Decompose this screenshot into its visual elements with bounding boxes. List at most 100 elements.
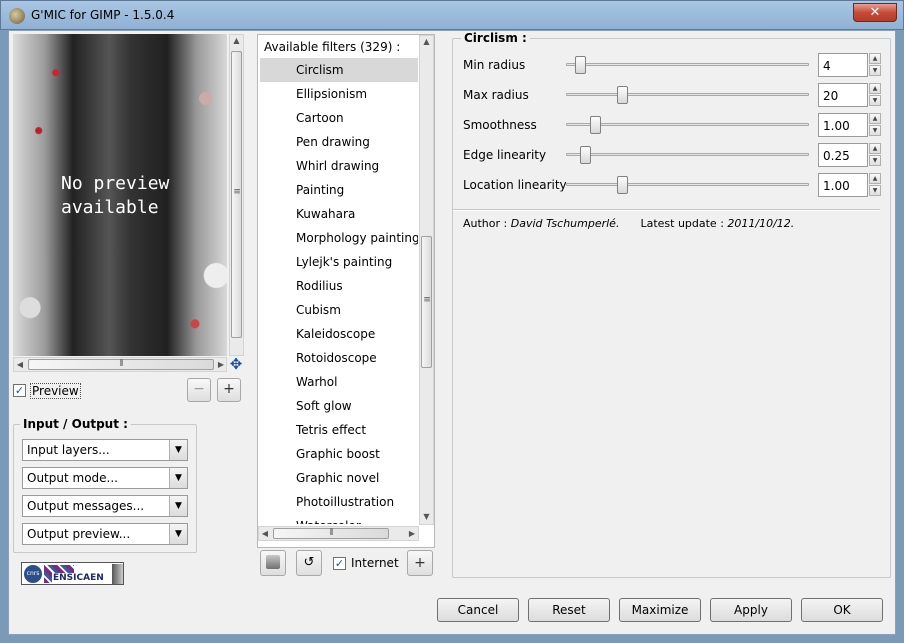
maximize-button[interactable]: Maximize: [619, 598, 701, 622]
spin-down-icon[interactable]: ▼: [869, 185, 881, 196]
update-filters-button[interactable]: [260, 550, 286, 576]
scroll-down-icon[interactable]: ▼: [420, 512, 433, 521]
filter-item[interactable]: Whirl drawing: [260, 154, 418, 178]
param-value-field[interactable]: 1.00: [818, 173, 868, 197]
param-value-field[interactable]: 1.00: [818, 113, 868, 137]
zoom-out-button[interactable]: −: [187, 378, 211, 402]
no-preview-message: No preview available: [61, 173, 170, 218]
filter-item[interactable]: Photoillustration: [260, 490, 418, 514]
param-slider-track[interactable]: [566, 183, 809, 186]
spin-down-icon[interactable]: ▼: [869, 95, 881, 106]
internet-checkbox-label[interactable]: Internet: [351, 556, 399, 570]
filter-list[interactable]: Circlism Ellipsionism Cartoon Pen drawing Wh…: [260, 58, 418, 524]
filters-header[interactable]: Available filters (329) :: [258, 35, 418, 57]
spin-up-icon[interactable]: ▲: [869, 53, 881, 64]
ok-button[interactable]: OK: [801, 598, 883, 622]
internet-checkbox[interactable]: ✓: [333, 557, 346, 570]
filter-item[interactable]: Morphology painting: [260, 226, 418, 250]
filters-hscroll-thumb[interactable]: ⦀: [273, 528, 389, 539]
chevron-down-icon[interactable]: ▼: [169, 496, 187, 516]
preview-canvas[interactable]: No preview available: [13, 34, 227, 356]
window-close-button[interactable]: ✕: [853, 3, 897, 22]
spin-up-icon[interactable]: ▲: [869, 143, 881, 154]
preview-checkbox[interactable]: ✓: [13, 384, 26, 397]
scroll-left-icon[interactable]: ◀: [15, 360, 25, 369]
param-slider-track[interactable]: [566, 153, 809, 156]
gimp-app-icon: [9, 8, 25, 24]
preview-hscroll-thumb[interactable]: ⦀: [28, 359, 214, 370]
cancel-button[interactable]: Cancel: [437, 598, 519, 622]
filters-horizontal-scrollbar[interactable]: ◀ ⦀ ▶: [258, 526, 419, 541]
param-value-field[interactable]: 0.25: [818, 143, 868, 167]
reset-button[interactable]: Reset: [528, 598, 610, 622]
param-slider-track[interactable]: [566, 123, 809, 126]
filter-item[interactable]: Ellipsionism: [260, 82, 418, 106]
filter-item[interactable]: Rotoidoscope: [260, 346, 418, 370]
input-layers-combo[interactable]: Input layers... ▼: [22, 439, 188, 461]
filter-item[interactable]: Tetris effect: [260, 418, 418, 442]
scroll-up-icon[interactable]: ▲: [420, 37, 433, 46]
filters-vertical-scrollbar[interactable]: ▲ ≡ ▼: [419, 35, 434, 525]
filter-item[interactable]: Kuwahara: [260, 202, 418, 226]
scroll-right-icon[interactable]: ▶: [407, 529, 417, 538]
scroll-up-icon[interactable]: ▲: [230, 36, 243, 45]
combo-label: Output preview...: [27, 527, 131, 541]
param-slider-handle[interactable]: [580, 146, 591, 164]
chevron-down-icon[interactable]: ▼: [169, 440, 187, 460]
preview-vertical-scrollbar[interactable]: ▲ ≡: [229, 34, 244, 356]
spin-down-icon[interactable]: ▼: [869, 125, 881, 136]
param-value-field[interactable]: 20: [818, 83, 868, 107]
reset-label: Reset: [552, 603, 586, 617]
filters-vscroll-thumb[interactable]: ≡: [421, 236, 432, 368]
combo-label: Output mode...: [27, 471, 118, 485]
filter-item[interactable]: Lylejk's painting: [260, 250, 418, 274]
filter-parameters-title: Circlism :: [461, 31, 530, 45]
author-label: Author :: [463, 217, 508, 230]
window-title: G'MIC for GIMP - 1.5.0.4: [31, 8, 175, 22]
filter-item[interactable]: Graphic novel: [260, 466, 418, 490]
filter-item[interactable]: Painting: [260, 178, 418, 202]
zoom-in-button[interactable]: +: [217, 378, 241, 402]
spin-down-icon[interactable]: ▼: [869, 65, 881, 76]
filter-item[interactable]: Pen drawing: [260, 130, 418, 154]
filter-parameters-group: Circlism : Min radius 4 ▲ ▼ Max radius 20 ▲ ▼ Sm…: [452, 31, 891, 578]
spin-up-icon[interactable]: ▲: [869, 113, 881, 124]
filter-item[interactable]: Kaleidoscope: [260, 322, 418, 346]
chevron-down-icon[interactable]: ▼: [169, 524, 187, 544]
preview-checkbox-label[interactable]: Preview: [30, 383, 81, 399]
scroll-left-icon[interactable]: ◀: [260, 529, 270, 538]
maximize-label: Maximize: [631, 603, 689, 617]
preview-horizontal-scrollbar[interactable]: ◀ ⦀ ▶: [13, 357, 227, 372]
chevron-down-icon[interactable]: ▼: [169, 468, 187, 488]
param-slider-track[interactable]: [566, 93, 809, 96]
filter-item[interactable]: Circlism: [260, 58, 418, 82]
filter-item[interactable]: Cartoon: [260, 106, 418, 130]
spin-up-icon[interactable]: ▲: [869, 173, 881, 184]
filter-item[interactable]: Warhol: [260, 370, 418, 394]
param-slider-handle[interactable]: [575, 56, 586, 74]
filter-item[interactable]: Soft glow: [260, 394, 418, 418]
move-arrows-icon[interactable]: ✥: [228, 356, 244, 372]
param-slider-handle[interactable]: [617, 86, 628, 104]
sponsor-logo: cnrs ENSICAEN: [21, 562, 124, 585]
param-value-field[interactable]: 4: [818, 53, 868, 77]
spin-down-icon[interactable]: ▼: [869, 155, 881, 166]
param-slider-handle[interactable]: [590, 116, 601, 134]
apply-button[interactable]: Apply: [710, 598, 792, 622]
param-label: Edge linearity: [463, 148, 547, 162]
param-slider-track[interactable]: [566, 63, 809, 66]
preview-vscroll-thumb[interactable]: ≡: [231, 51, 242, 338]
grip-icon: ≡: [423, 295, 431, 305]
spin-up-icon[interactable]: ▲: [869, 83, 881, 94]
add-favorite-button[interactable]: +: [407, 550, 433, 576]
refresh-button[interactable]: ↺: [296, 550, 322, 576]
filter-item[interactable]: Watercolor: [260, 514, 418, 524]
param-slider-handle[interactable]: [617, 176, 628, 194]
filter-item[interactable]: Cubism: [260, 298, 418, 322]
filter-item[interactable]: Rodilius: [260, 274, 418, 298]
filter-item[interactable]: Graphic boost: [260, 442, 418, 466]
output-messages-combo[interactable]: Output messages... ▼: [22, 495, 188, 517]
output-mode-combo[interactable]: Output mode... ▼: [22, 467, 188, 489]
scroll-right-icon[interactable]: ▶: [216, 360, 226, 369]
output-preview-combo[interactable]: Output preview... ▼: [22, 523, 188, 545]
